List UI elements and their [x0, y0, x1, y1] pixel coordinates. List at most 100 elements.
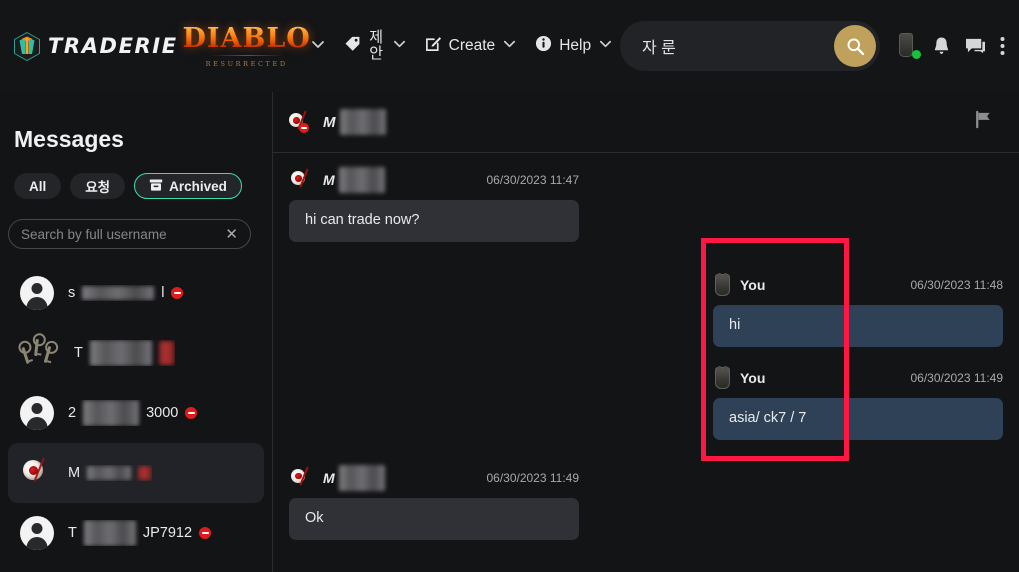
conversation-name-suffix: 3000 [146, 405, 179, 421]
message-bubble: hi [713, 304, 1003, 347]
armor-item-icon [715, 365, 730, 389]
game-logo-title: DIABLO [182, 22, 311, 54]
nav-item-offers-chevron-down-icon[interactable] [392, 36, 407, 56]
conversation-item-0[interactable]: s l [8, 263, 264, 323]
message-timestamp: 06/30/2023 11:47 [486, 173, 579, 187]
game-logo-subtitle: RESURRECTED [205, 59, 288, 68]
nav-item-help[interactable]: Help [535, 35, 613, 57]
close-x-icon[interactable]: ✕ [225, 227, 238, 242]
avatar-image [899, 33, 913, 57]
chat-bubble-icon[interactable] [965, 37, 986, 56]
conversation-name-prefix: s [68, 285, 76, 301]
conversation-name-prefix: M [68, 465, 81, 481]
chat-header-username-prefix: M [323, 113, 336, 131]
game-logo-divider [209, 54, 284, 56]
redacted-username [338, 464, 385, 491]
redacted-username [89, 340, 152, 366]
page-title: Messages [14, 126, 124, 152]
message-sender: You [740, 276, 766, 293]
brand-name: TRADERIE [48, 34, 178, 58]
filter-tab-all-label: All [29, 178, 47, 194]
app-root: TRADERIE DIABLO RESURRECTED 제안 Create He… [0, 0, 1019, 572]
message-row-2: You 06/30/2023 11:49 asia/ ck7 / 7 [713, 365, 1003, 440]
message-sender: M [323, 167, 385, 193]
status-badge-busy [171, 287, 184, 299]
nav-item-help-label: Help [559, 37, 592, 54]
nav-icon-group [896, 33, 1005, 59]
eyeball-stalk [33, 457, 45, 483]
info-circle-icon [535, 35, 552, 57]
conversation-item-2[interactable]: 2 3000 [8, 383, 264, 443]
search-button[interactable] [834, 25, 876, 67]
nav-item-offers-label: 제안 [369, 29, 384, 62]
filter-tab-archived[interactable]: Archived [134, 173, 242, 199]
eyeball-item-icon [289, 110, 311, 134]
nav-item-offers[interactable]: 제안 [344, 30, 407, 62]
message-sender: M [323, 464, 385, 491]
conversation-item-3[interactable]: M [8, 443, 264, 503]
message-meta: M 06/30/2023 11:49 [289, 464, 579, 491]
redacted-username [339, 109, 386, 135]
message-bubble: Ok [289, 497, 579, 540]
message-sender: You [740, 369, 766, 386]
brand-logo[interactable]: TRADERIE [14, 31, 178, 61]
eyeball-stalk [299, 168, 309, 188]
conversation-name: M [68, 465, 153, 481]
nav-item-create[interactable]: Create [425, 35, 518, 57]
conversation-name: T JP7912 [68, 520, 212, 546]
eyeball-item-icon [291, 466, 313, 490]
redacted-username [83, 520, 136, 546]
message-timestamp: 06/30/2023 11:48 [910, 277, 1003, 292]
game-selector-chevron-down-icon[interactable] [310, 36, 326, 57]
sidebar-search-input[interactable] [21, 226, 226, 242]
bell-icon[interactable] [932, 36, 951, 56]
filter-tab-all[interactable]: All [14, 173, 62, 199]
message-meta: You 06/30/2023 11:48 [713, 272, 1003, 298]
redacted-username-badge [138, 466, 153, 480]
message-timestamp: 06/30/2023 11:49 [486, 470, 579, 485]
redacted-username [83, 400, 140, 426]
armor-item-icon [715, 272, 730, 296]
user-avatar[interactable] [896, 33, 921, 59]
default-user-avatar-icon [20, 396, 54, 430]
archive-box-icon [149, 178, 163, 195]
message-sender-prefix: M [323, 469, 335, 486]
status-badge-busy [299, 123, 309, 133]
message-timestamp: 06/30/2023 11:49 [910, 370, 1003, 385]
conversation-item-1[interactable]: T [8, 323, 264, 383]
status-badge-busy [185, 407, 198, 419]
message-row-1: You 06/30/2023 11:48 hi [713, 272, 1003, 347]
message-row-3: M 06/30/2023 11:49 Ok [289, 464, 579, 540]
conversation-item-4[interactable]: T JP7912 [8, 503, 264, 563]
message-sender-prefix: M [323, 172, 335, 188]
online-status-dot [912, 50, 921, 59]
message-list: M 06/30/2023 11:47 hi can trade now? You… [273, 153, 1019, 572]
eyeball-stalk [299, 466, 309, 486]
sidebar-search: ✕ [8, 219, 251, 249]
skeleton-keys-item-icon [20, 333, 60, 373]
global-search [620, 21, 880, 71]
kebab-menu-icon[interactable] [1000, 36, 1005, 56]
message-meta: You 06/30/2023 11:49 [713, 365, 1003, 391]
flag-icon[interactable] [974, 110, 993, 134]
conversation-name: T [74, 340, 175, 366]
message-meta: M 06/30/2023 11:47 [289, 167, 579, 193]
chat-header: M [273, 92, 1019, 153]
message-bubble: asia/ ck7 / 7 [713, 397, 1003, 440]
conversation-name-suffix: l [161, 285, 165, 301]
message-bubble: hi can trade now? [289, 200, 579, 242]
messages-sidebar: Messages All 요청 Archived ✕ s [0, 92, 273, 572]
conversation-name-prefix: T [74, 345, 83, 361]
default-user-avatar-icon [20, 516, 54, 550]
message-filter-tabs: All 요청 Archived [0, 153, 272, 199]
conversation-list: s l T 2 3000 M T JP7912 [0, 263, 272, 563]
traderie-hex-logo-icon [14, 31, 40, 61]
tag-icon [344, 35, 361, 57]
game-selector-logo[interactable]: DIABLO RESURRECTED [183, 18, 310, 74]
nav-item-help-chevron-down-icon[interactable] [598, 36, 613, 56]
conversation-name-suffix: JP7912 [142, 525, 193, 541]
edit-square-icon [425, 35, 442, 57]
filter-tab-requests-label: 요청 [85, 180, 111, 195]
filter-tab-requests[interactable]: 요청 [70, 173, 126, 199]
nav-item-create-chevron-down-icon[interactable] [502, 36, 517, 56]
